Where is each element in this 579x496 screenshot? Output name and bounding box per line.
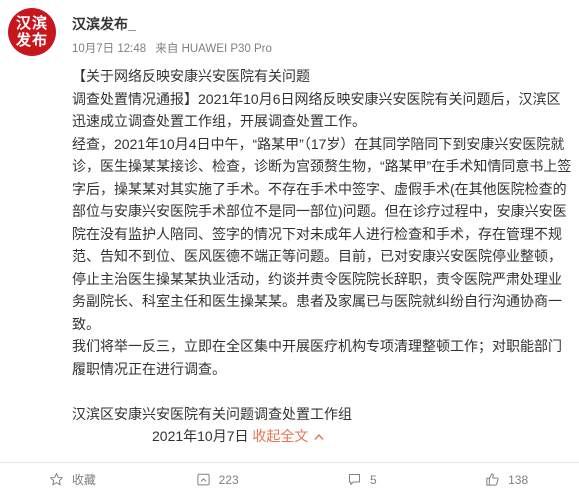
avatar-text-line1: 汉滨: [15, 15, 48, 32]
like-count: 138: [508, 472, 529, 487]
post-source: 来自 HUAWEI P30 Pro: [155, 43, 272, 55]
collapse-full-text-link[interactable]: 收起全文: [252, 428, 324, 444]
post-paragraph-3: 我们将举一反三，立即在全区集中开展医疗机构专项清理整顿工作；对职能部门履职情况正…: [72, 338, 562, 377]
repost-button[interactable]: 223: [145, 472, 290, 487]
action-bar: 收藏 223 5 138: [0, 462, 579, 496]
comment-count: 5: [370, 472, 377, 487]
favorite-button[interactable]: 收藏: [0, 471, 145, 488]
avatar-text-line2: 发布: [15, 32, 48, 49]
post-title-line: 【关于网络反映安康兴安医院有关问题: [72, 68, 310, 84]
author-name[interactable]: 汉滨发布_: [72, 14, 136, 34]
comment-icon: [349, 474, 361, 485]
post-content: 【关于网络反映安康兴安医院有关问题 调查处置情况通报】2021年10月6日网络反…: [72, 65, 572, 448]
post-date: 2021年10月7日: [152, 428, 249, 444]
star-icon: [49, 473, 63, 486]
post-paragraph-2: 经查，2021年10月4日中午，“路某甲”（17岁）在其同学陪同下到安康兴安医院…: [72, 135, 572, 332]
comment-button[interactable]: 5: [290, 472, 435, 487]
post-meta: 10月7日 12:48 来自 HUAWEI P30 Pro: [72, 40, 278, 56]
favorite-label: 收藏: [71, 473, 96, 487]
repost-icon: [196, 473, 210, 486]
repost-count: 223: [218, 472, 239, 487]
like-button[interactable]: 138: [434, 472, 579, 487]
chevron-up-icon: [314, 434, 324, 441]
post-paragraph-1: 调查处置情况通报】2021年10月6日网络反映安康兴安医院有关问题后，汉滨区迅速…: [72, 90, 561, 130]
post-signature: 汉滨区安康兴安医院有关问题调查处置工作组: [72, 405, 352, 422]
thumbs-up-icon: [486, 473, 499, 486]
avatar[interactable]: 汉滨 发布: [8, 8, 56, 56]
post-time[interactable]: 10月7日 12:48: [72, 43, 146, 55]
collapse-label: 收起全文: [252, 428, 309, 444]
post-date-row: 2021年10月7日 收起全文: [72, 425, 572, 448]
